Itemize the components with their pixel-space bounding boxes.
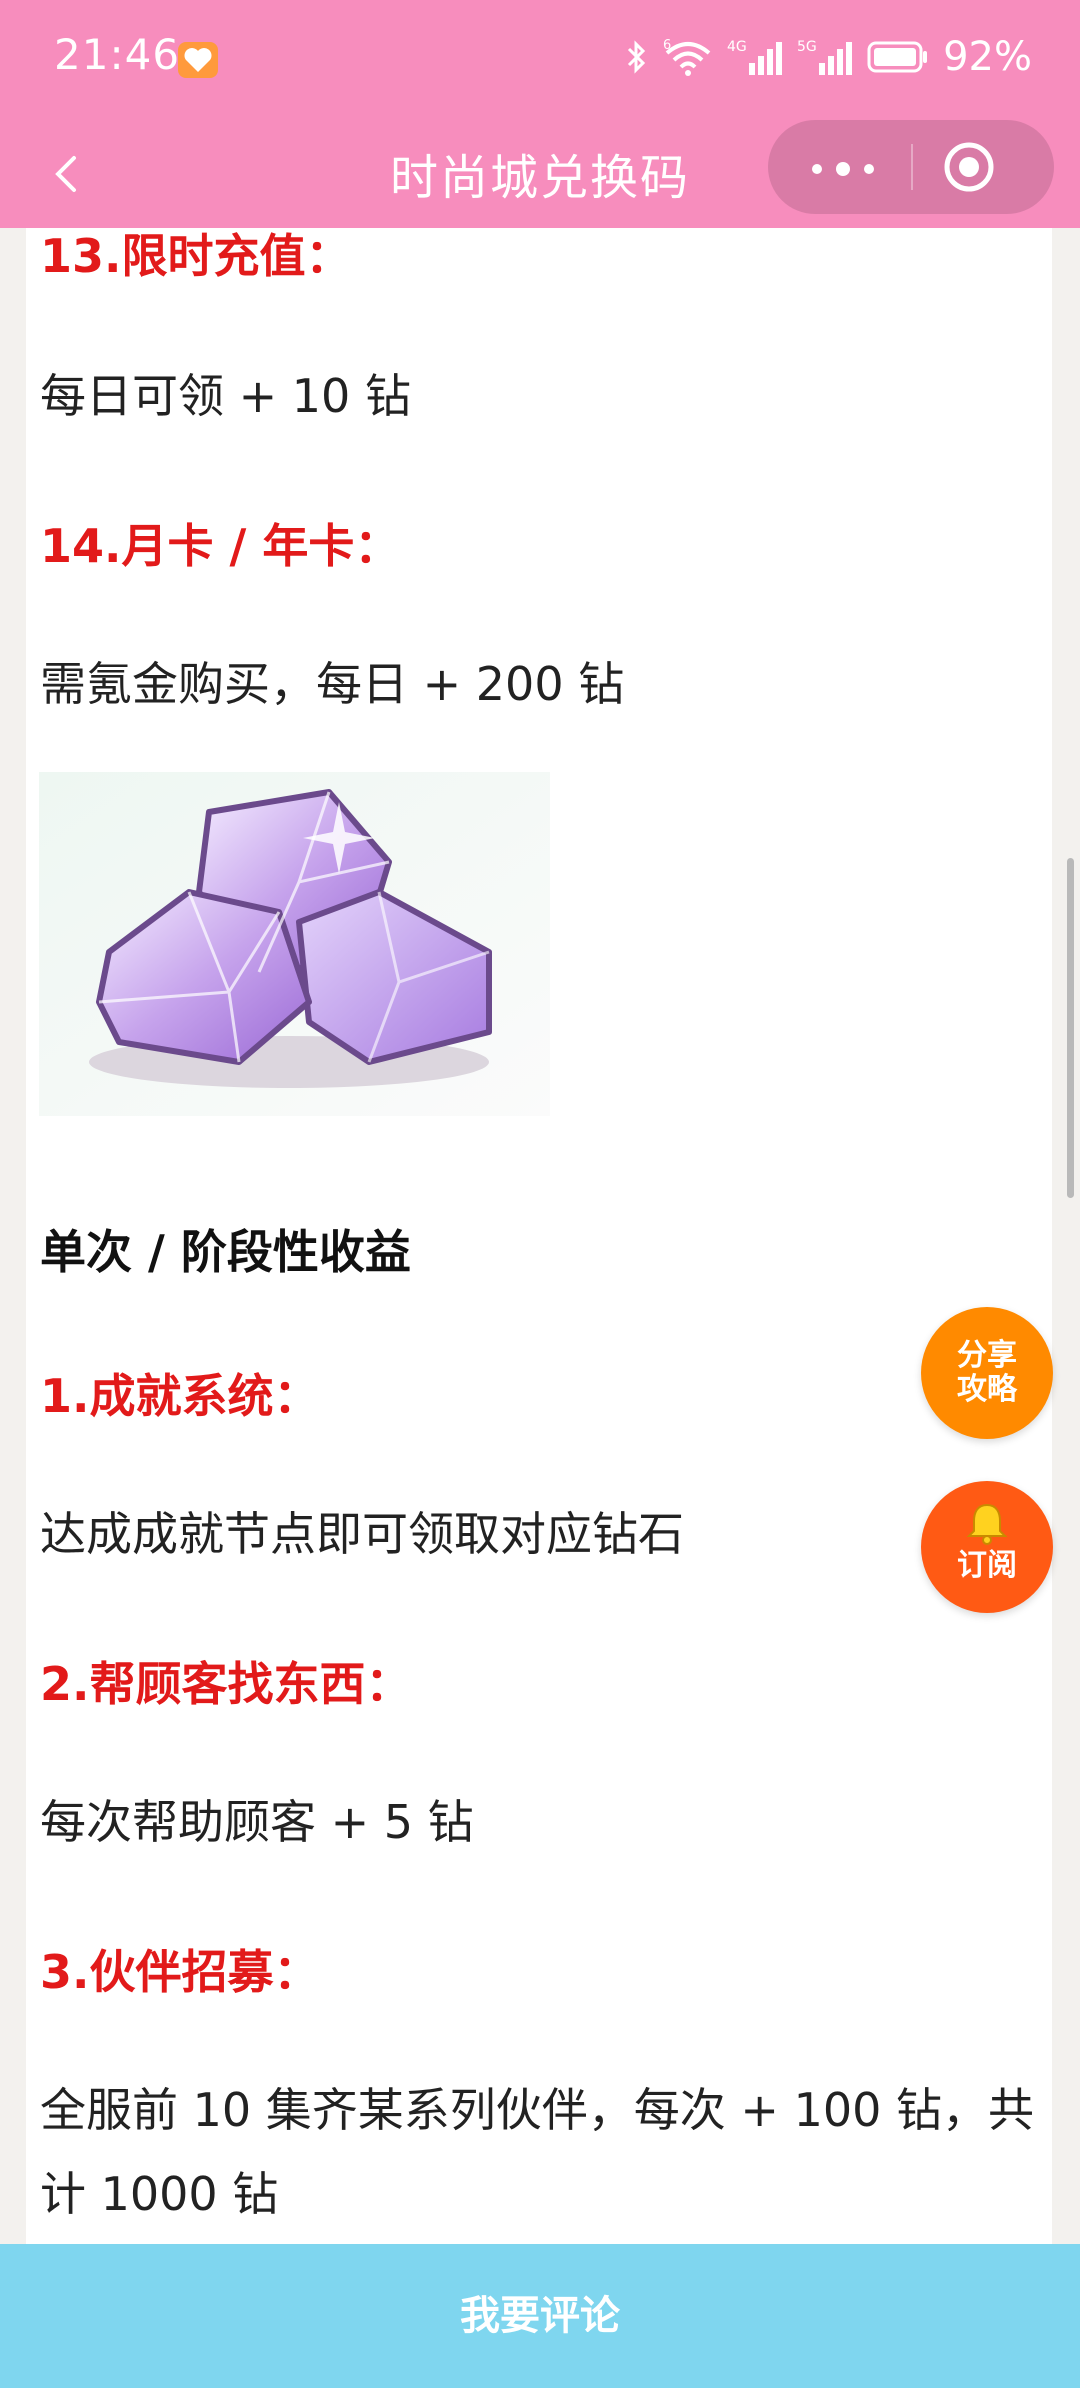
scrollbar[interactable] xyxy=(1067,858,1074,1198)
purple-diamond-image xyxy=(39,772,550,1116)
signal-4g-label: 4G xyxy=(727,39,747,55)
status-bar: 21:46 6 4G 5G 92% xyxy=(0,0,1080,120)
capsule-divider xyxy=(911,144,913,190)
section-text: 达成成就节点即可领取对应钻石 xyxy=(40,1507,684,1561)
battery-percent: 92% xyxy=(943,34,1032,80)
signal-5g-icon: 5G xyxy=(797,39,853,75)
bell-icon xyxy=(965,1501,1009,1545)
share-label-line1: 分享 xyxy=(957,1338,1017,1373)
top-header: 21:46 6 4G 5G 92% 时尚城兑换码 xyxy=(0,0,1080,228)
wifi-icon: 6 xyxy=(663,38,711,76)
section-heading: 14.月卡 / 年卡： xyxy=(40,519,401,573)
share-label-line2: 攻略 xyxy=(957,1372,1017,1407)
comment-button[interactable]: 我要评论 xyxy=(0,2244,1080,2388)
section-heading: 2.帮顾客找东西： xyxy=(40,1657,412,1711)
section-text: 每次帮助顾客 + 5 钻 xyxy=(40,1795,474,1849)
section-text: 全服前 10 集齐某系列伙伴，每次 + 100 钻，共计 1000 钻 xyxy=(40,2083,1034,2221)
more-dots-icon[interactable] xyxy=(798,140,888,194)
section-heading: 3.伙伴招募： xyxy=(40,1945,320,1999)
section-title: 单次 / 阶段性收益 xyxy=(40,1225,411,1279)
status-icons: 6 4G 5G 92% xyxy=(625,32,1032,82)
bluetooth-icon xyxy=(628,40,646,74)
section-heading: 1.成就系统： xyxy=(40,1369,320,1423)
section-heading: 13.限时充值： xyxy=(40,229,352,283)
bottom-bar: 我要评论 xyxy=(0,2244,1080,2388)
subscribe-label: 订阅 xyxy=(957,1548,1017,1583)
section-text: 每日可领 + 10 钻 xyxy=(40,369,411,423)
heart-app-icon xyxy=(178,42,218,78)
title-bar: 时尚城兑换码 xyxy=(0,120,1080,228)
status-time: 21:46 xyxy=(54,30,181,79)
signal-4g-icon: 4G xyxy=(727,39,783,75)
section-text: 需氪金购买，每日 + 200 钻 xyxy=(40,657,625,711)
target-icon[interactable] xyxy=(942,140,996,194)
subscribe-button[interactable]: 订阅 xyxy=(921,1481,1053,1613)
article-content: 13.限时充值： 每日可领 + 10 钻 14.月卡 / 年卡： 需氪金购买，每… xyxy=(26,228,1052,2244)
share-guide-button[interactable]: 分享 攻略 xyxy=(921,1307,1053,1439)
wifi-superscript: 6 xyxy=(663,38,671,53)
battery-icon xyxy=(867,41,928,73)
signal-5g-label: 5G xyxy=(797,39,817,55)
mini-program-capsule xyxy=(768,120,1054,214)
